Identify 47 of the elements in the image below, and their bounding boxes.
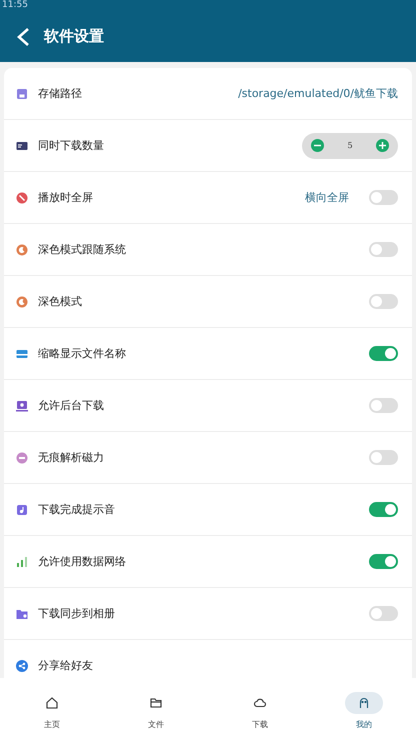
setting-label: 分享给好友 [38, 658, 94, 673]
minus-button[interactable] [311, 139, 324, 152]
setting-label: 深色模式跟随系统 [38, 242, 127, 257]
signal-icon [16, 556, 28, 568]
monitor-icon [16, 400, 28, 412]
setting-label: 允许后台下载 [38, 398, 105, 413]
card-icon [16, 348, 28, 360]
count-value: 5 [347, 141, 353, 150]
ghost-icon [357, 696, 371, 710]
setting-label: 播放时全屏 [38, 190, 94, 205]
folder-icon [149, 696, 163, 710]
path-value[interactable]: /storage/emulated/0/鱿鱼下载 [238, 86, 398, 101]
toggle-switch[interactable] [369, 346, 398, 361]
setting-label: 允许使用数据网络 [38, 554, 127, 569]
moon-icon [16, 244, 28, 256]
status-time: 11:55 [2, 0, 28, 10]
plus-button[interactable] [376, 139, 389, 152]
music-note-icon [16, 504, 28, 516]
page-title: 软件设置 [44, 27, 104, 46]
setting-label: 下载同步到相册 [38, 606, 116, 621]
cloud-icon [253, 696, 267, 710]
setting-label: 下载完成提示音 [38, 502, 116, 517]
toggle-switch[interactable] [369, 450, 398, 465]
setting-label: 深色模式 [38, 294, 83, 309]
nav-tab[interactable]: 文件 [126, 696, 186, 730]
toggle-switch[interactable] [369, 294, 398, 309]
moon-icon [16, 296, 28, 308]
home-icon [45, 696, 59, 710]
option-value[interactable]: 横向全屏 [305, 190, 349, 205]
setting-label: 同时下载数量 [38, 138, 105, 153]
toggle-switch[interactable] [369, 242, 398, 257]
toggle-switch[interactable] [369, 502, 398, 517]
card-icon [16, 140, 28, 152]
floppy-icon [16, 88, 28, 100]
nav-tab[interactable]: 下载 [230, 696, 290, 730]
share-icon [16, 660, 28, 672]
folder-icon [16, 608, 28, 620]
setting-label: 无痕解析磁力 [38, 450, 105, 465]
blocked-icon [16, 192, 28, 204]
toggle-switch[interactable] [369, 398, 398, 413]
toggle-switch[interactable] [369, 190, 398, 205]
setting-label: 缩略显示文件名称 [38, 346, 127, 361]
toggle-switch[interactable] [369, 554, 398, 569]
back-icon[interactable] [16, 26, 30, 46]
toggle-switch[interactable] [369, 606, 398, 621]
nav-tab[interactable]: 主页 [22, 696, 82, 730]
setting-label: 存储路径 [38, 86, 83, 101]
